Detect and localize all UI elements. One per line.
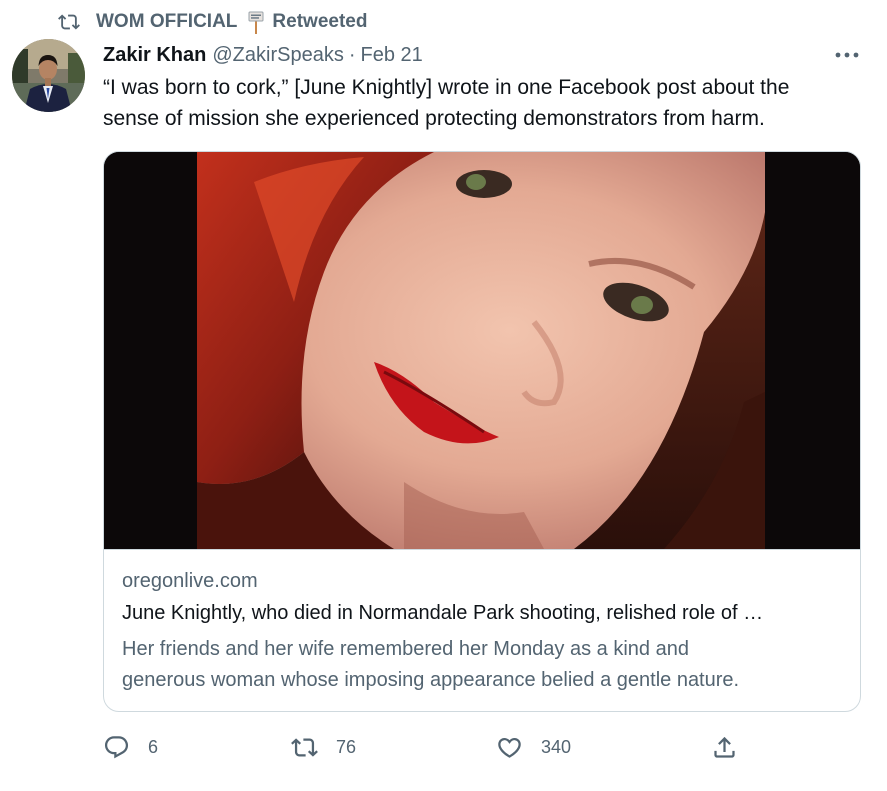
like-button[interactable]: 340 [496,730,571,764]
card-description: Her friends and her wife remembered her … [122,634,842,696]
reply-count: 6 [148,736,159,757]
retweet-icon [291,737,318,757]
tweet-text-line: sense of mission she experienced protect… [103,107,765,130]
card-title[interactable]: June Knightly, who died in Normandale Pa… [122,602,842,625]
reply-button[interactable]: 6 [103,730,158,764]
avatar[interactable] [12,39,85,112]
tweet-actions: 6 76 340 [103,730,863,764]
retweet-icon [58,14,80,30]
like-count: 340 [541,736,572,757]
author-line: Zakir Khan @ZakirSpeaks · Feb 21 [103,40,423,70]
tweet-date[interactable]: Feb 21 [361,44,423,67]
share-icon [714,736,735,758]
card-divider [104,549,860,550]
heart-icon [498,737,521,758]
retweet-header: WOM OFFICIAL Retweeted [58,9,367,35]
tweet-text-line: “I was born to cork,” [June Knightly] wr… [103,76,790,99]
separator-dot: · [348,43,356,66]
retweet-count: 76 [336,736,357,757]
tweet-text: “I was born to cork,” [June Knightly] wr… [103,72,863,134]
tweet[interactable]: WOM OFFICIAL Retweeted Zakir Khan @Zakir… [0,0,887,791]
author-name[interactable]: Zakir Khan [103,44,206,67]
card-image[interactable] [104,152,860,549]
card-domain: oregonlive.com [122,570,258,592]
author-handle[interactable]: @ZakirSpeaks [212,44,343,67]
reply-icon [104,735,129,758]
more-options-icon[interactable] [832,46,862,64]
signpost-emoji-icon [248,11,264,34]
retweet-button[interactable]: 76 [291,730,356,764]
retweeting-account[interactable]: WOM OFFICIAL [96,11,237,33]
share-button[interactable] [711,730,738,764]
link-card[interactable]: oregonlive.com June Knightly, who died i… [103,151,861,712]
retweeted-label: Retweeted [272,11,368,32]
card-description-line: generous woman whose imposing appearance… [122,669,740,691]
card-description-line: Her friends and her wife remembered her … [122,638,689,660]
